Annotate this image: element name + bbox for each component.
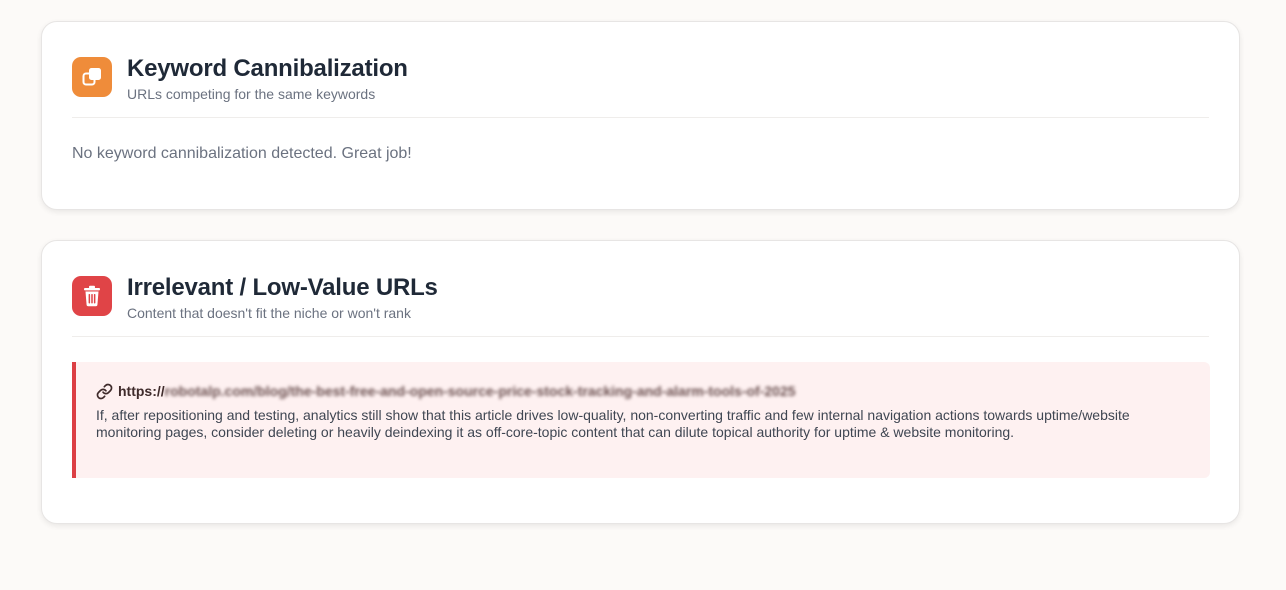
irrelevant-urls-card: Irrelevant / Low-Value URLs Content that… <box>41 240 1240 524</box>
url-list-item: https:// robotalp.com/blog/the-best-free… <box>72 362 1210 478</box>
card-header: Irrelevant / Low-Value URLs Content that… <box>72 274 1209 337</box>
empty-state-message: No keyword cannibalization detected. Gre… <box>72 145 412 162</box>
copy-icon <box>72 57 112 97</box>
section-title: Keyword Cannibalization <box>127 55 408 82</box>
url-recommendation: If, after repositioning and testing, ana… <box>96 407 1130 440</box>
url-prefix: https:// <box>118 383 165 399</box>
trash-icon <box>72 276 112 316</box>
section-subtitle: URLs competing for the same keywords <box>127 86 376 102</box>
url-link[interactable]: https:// robotalp.com/blog/the-best-free… <box>96 381 1190 401</box>
link-icon <box>96 383 113 399</box>
url-path: robotalp.com/blog/the-best-free-and-open… <box>164 383 796 399</box>
section-title: Irrelevant / Low-Value URLs <box>127 274 438 301</box>
keyword-cannibalization-card: Keyword Cannibalization URLs competing f… <box>41 21 1240 210</box>
section-subtitle: Content that doesn't fit the niche or wo… <box>127 305 411 321</box>
card-header: Keyword Cannibalization URLs competing f… <box>72 55 1209 118</box>
